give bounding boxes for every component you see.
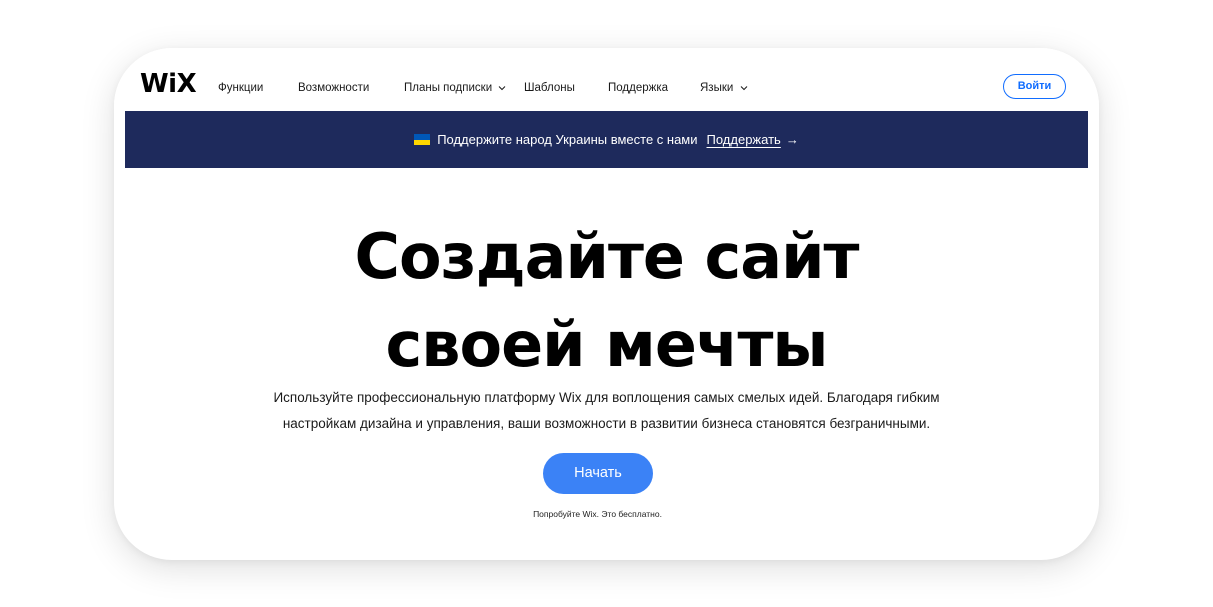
arrow-right-icon[interactable]: → xyxy=(786,132,799,147)
nav-item-label: Возможности xyxy=(298,82,370,94)
start-button[interactable]: Начать xyxy=(543,453,653,494)
ukraine-flag-icon xyxy=(414,134,431,145)
hero-title-line-2: своей мечты xyxy=(385,308,829,381)
page: WiX Функции Возможности Планы подписки Ш… xyxy=(0,0,1213,607)
browser-viewport-card: WiX Функции Возможности Планы подписки Ш… xyxy=(114,48,1099,560)
nav-item-label: Планы подписки xyxy=(404,82,493,94)
nav-item-plans[interactable]: Планы подписки xyxy=(404,80,506,96)
banner-content: Поддержите народ Украины вместе с нами По… xyxy=(125,131,1088,148)
free-trial-note: Попробуйте Wix. Это бесплатно. xyxy=(533,509,662,519)
nav-item-features[interactable]: Функции xyxy=(218,80,263,96)
nav-item-label: Языки xyxy=(700,82,734,94)
nav-item-label: Поддержка xyxy=(608,82,668,94)
banner-text: Поддержите народ Украины вместе с нами xyxy=(437,132,698,147)
nav-item-languages[interactable]: Языки xyxy=(700,80,748,96)
nav-item-label: Функции xyxy=(218,82,264,94)
site-header: WiX Функции Возможности Планы подписки Ш… xyxy=(114,48,1099,111)
nav-item-templates[interactable]: Шаблоны xyxy=(524,80,575,96)
hero-subtitle: Используйте профессиональную платформу W… xyxy=(114,385,1099,437)
chevron-down-icon xyxy=(740,86,747,91)
nav-item-support[interactable]: Поддержка xyxy=(608,80,668,96)
nav-item-label: Шаблоны xyxy=(524,82,575,94)
hero-title-line-1: Создайте сайт xyxy=(354,220,859,293)
wix-logo[interactable]: WiX xyxy=(140,69,197,99)
hero-subtitle-line-2: настройкам дизайна и управления, ваши во… xyxy=(282,416,931,431)
login-button[interactable]: Войти xyxy=(1003,74,1066,99)
hero-subtitle-line-1: Используйте профессиональную платформу W… xyxy=(273,390,940,405)
support-link[interactable]: Поддержать xyxy=(707,132,781,147)
ukraine-support-banner: Поддержите народ Украины вместе с нами По… xyxy=(125,111,1088,168)
hero-title: Создайте сайт своей мечты xyxy=(114,213,1099,389)
nav-item-capabilities[interactable]: Возможности xyxy=(298,80,369,96)
chevron-down-icon xyxy=(498,86,506,91)
